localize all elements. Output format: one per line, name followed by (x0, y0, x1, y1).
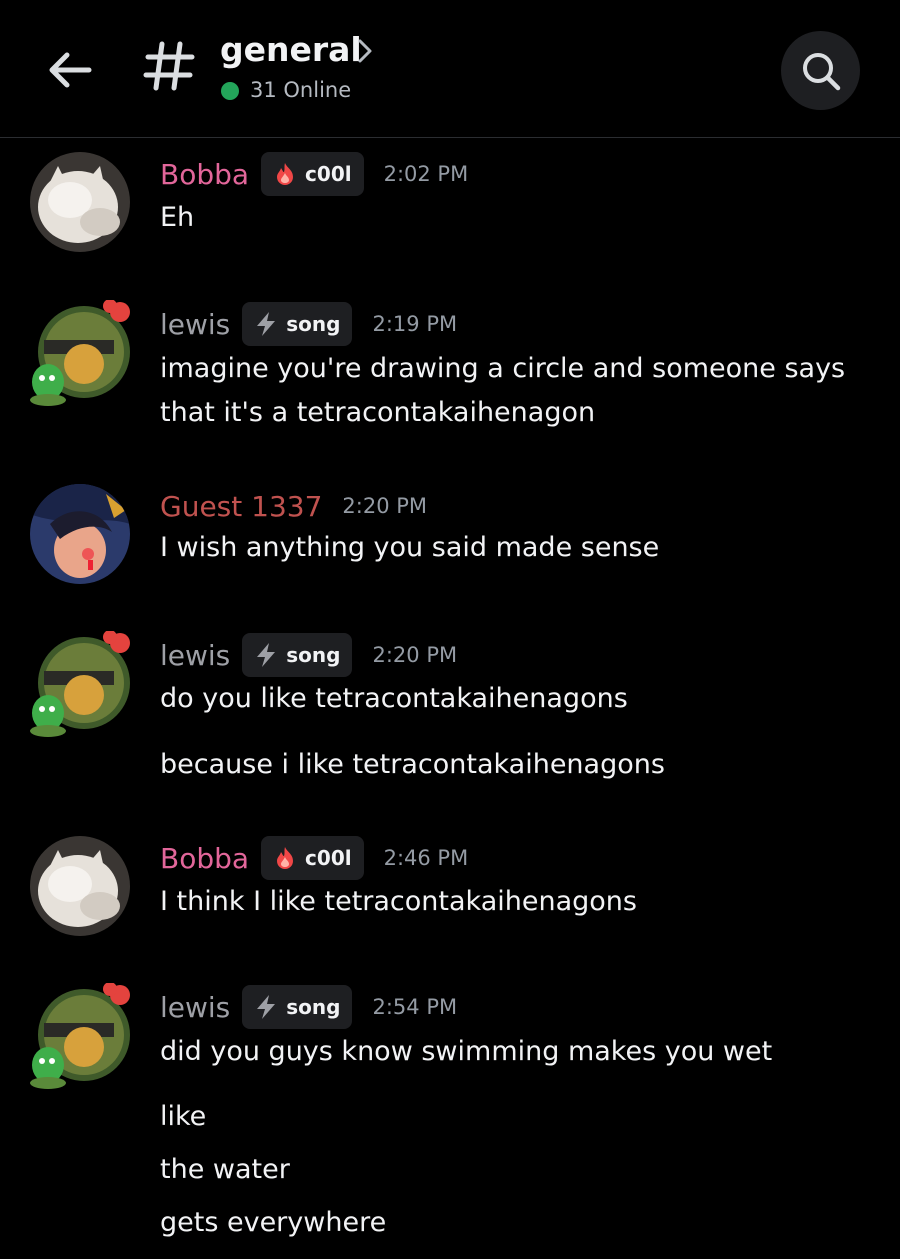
server-tag[interactable]: c00l (261, 152, 364, 196)
timestamp: 2:19 PM (372, 312, 458, 336)
timestamp: 2:20 PM (342, 494, 428, 518)
server-tag[interactable]: song (242, 985, 353, 1029)
server-tag[interactable]: song (242, 302, 353, 346)
channel-name[interactable]: general (220, 30, 362, 69)
avatar-bobba[interactable] (30, 836, 130, 936)
tag-label: c00l (305, 846, 352, 870)
online-count: 31 Online (250, 78, 352, 102)
username[interactable]: Bobba (160, 158, 249, 191)
hash-icon (143, 41, 195, 91)
timestamp: 2:20 PM (372, 643, 458, 667)
tag-label: song (286, 643, 341, 667)
message-text: do you like tetracontakaihenagons (160, 683, 628, 714)
search-icon (802, 52, 840, 90)
server-tag[interactable]: c00l (261, 836, 364, 880)
tag-label: song (286, 312, 341, 336)
username[interactable]: lewis (160, 639, 230, 672)
channel-header: general 31 Online (0, 0, 900, 138)
lightning-icon (257, 643, 276, 667)
back-button[interactable] (40, 40, 100, 100)
online-indicator (221, 82, 239, 100)
server-tag[interactable]: song (242, 633, 353, 677)
lightning-icon (257, 312, 276, 336)
message-text: like (160, 1101, 207, 1132)
avatar-guest-1337[interactable] (30, 484, 130, 584)
avatar-lewis[interactable] (26, 631, 134, 739)
message-text: I think I like tetracontakaihenagons (160, 886, 637, 917)
message-text: gets everywhere (160, 1207, 387, 1238)
message-text: that it's a tetracontakaihenagon (160, 397, 596, 428)
search-button[interactable] (781, 31, 860, 110)
tag-label: c00l (305, 162, 352, 186)
tag-label: song (286, 995, 341, 1019)
fire-icon (277, 847, 294, 869)
message-text: because i like tetracontakaihenagons (160, 749, 665, 780)
message-text: the water (160, 1154, 290, 1185)
fire-icon (277, 163, 294, 185)
lightning-icon (257, 995, 276, 1019)
avatar-bobba[interactable] (30, 152, 130, 252)
arrow-left-icon (49, 52, 92, 88)
avatar-lewis[interactable] (26, 983, 134, 1091)
username[interactable]: lewis (160, 991, 230, 1024)
timestamp: 2:02 PM (383, 162, 469, 186)
chevron-right-icon[interactable] (354, 36, 376, 66)
message-text: did you guys know swimming makes you wet (160, 1036, 773, 1067)
username[interactable]: Guest 1337 (160, 490, 322, 523)
avatar-lewis[interactable] (26, 300, 134, 408)
username[interactable]: Bobba (160, 842, 249, 875)
username[interactable]: lewis (160, 308, 230, 341)
message-text: imagine you're drawing a circle and some… (160, 353, 846, 384)
message-text: I wish anything you said made sense (160, 532, 660, 563)
message-text: Eh (160, 202, 195, 233)
timestamp: 2:46 PM (383, 846, 469, 870)
timestamp: 2:54 PM (372, 995, 458, 1019)
